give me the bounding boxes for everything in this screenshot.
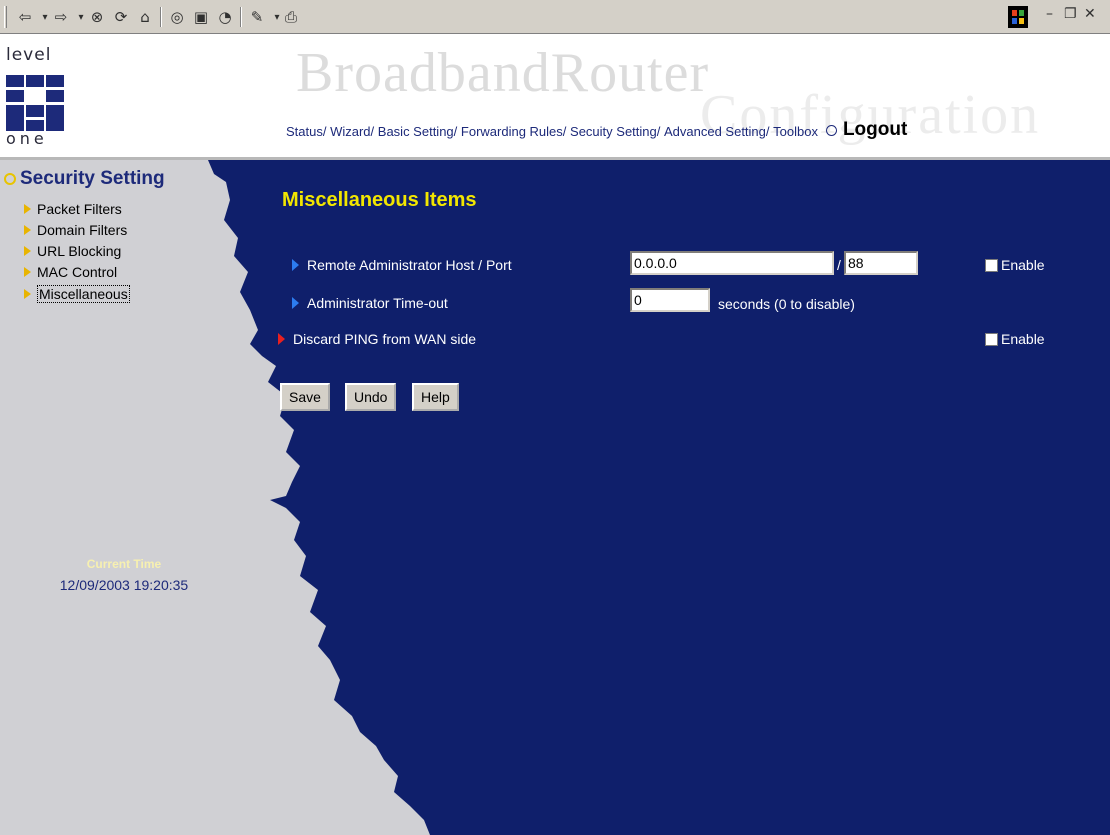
favorites-icon[interactable]: ▣	[192, 6, 210, 28]
timeout-input[interactable]	[630, 288, 710, 312]
section-heading: Security Setting	[4, 168, 165, 190]
logout-label: Logout	[842, 119, 908, 140]
top-navigation: Status/ Wizard/ Basic Setting/ Forwardin…	[286, 119, 907, 141]
logo-mark-icon	[6, 75, 64, 131]
brand-title: BroadbandRouter	[296, 42, 710, 104]
logo-bottom-text: one	[6, 129, 48, 148]
page-header: level one Configuration BroadbandRouter …	[0, 35, 1110, 157]
sidebar-item-url-blocking[interactable]: URL Blocking	[24, 243, 121, 259]
nav-basic-setting[interactable]: Basic Setting/	[378, 124, 458, 139]
row-marker-icon	[292, 259, 299, 271]
sidebar-item-mac-control[interactable]: MAC Control	[24, 264, 117, 280]
restore-icon[interactable]: ❐	[1064, 6, 1077, 22]
page-title: Miscellaneous Items	[282, 189, 477, 211]
nav-security-setting[interactable]: Secuity Setting/	[570, 124, 660, 139]
current-time-value: 12/09/2003 19:20:35	[59, 577, 189, 593]
timeout-suffix: seconds (0 to disable)	[718, 296, 855, 312]
sidebar-item-label: MAC Control	[37, 264, 118, 280]
refresh-icon[interactable]: ⟳	[112, 6, 130, 28]
nav-forwarding-rules[interactable]: Forwarding Rules/	[461, 124, 567, 139]
section-heading-label: Security Setting	[20, 168, 165, 189]
discard-ping-row-label: Discard PING from WAN side	[278, 331, 476, 347]
print-icon[interactable]: ⎙	[282, 6, 300, 28]
discard-ping-label: Discard PING from WAN side	[293, 331, 477, 347]
sidebar: Security Setting Packet Filters Domain F…	[0, 160, 240, 835]
sidebar-item-domain-filters[interactable]: Domain Filters	[24, 222, 127, 238]
nav-advanced-setting[interactable]: Advanced Setting/	[664, 124, 770, 139]
triangle-bullet-icon	[24, 267, 31, 277]
logout-link[interactable]: Logout	[825, 119, 908, 141]
row-marker-icon	[278, 333, 285, 345]
triangle-bullet-icon	[24, 225, 31, 235]
logo-top-text: level	[6, 45, 52, 65]
toolbar-grip	[4, 6, 7, 28]
remote-admin-row-label: Remote Administrator Host / Port	[292, 257, 512, 273]
triangle-bullet-icon	[24, 204, 31, 214]
checkbox-label: Enable	[1001, 331, 1045, 347]
remote-host-input[interactable]	[630, 251, 834, 275]
sidebar-item-label: Domain Filters	[37, 222, 128, 238]
checkbox-box[interactable]	[985, 258, 998, 272]
nav-toolbox[interactable]: Toolbox	[773, 124, 818, 139]
timeout-label: Administrator Time-out	[307, 295, 448, 311]
forward-icon[interactable]: ⇨	[52, 6, 70, 28]
sidebar-item-label: Packet Filters	[37, 201, 122, 217]
stop-icon[interactable]: ⊗	[88, 6, 106, 28]
logout-bullet-icon	[825, 124, 837, 136]
save-button[interactable]: Save	[280, 383, 330, 411]
current-time-label: Current Time	[86, 557, 162, 571]
history-icon[interactable]: ◔	[216, 6, 234, 28]
browser-toolbar: ⇦ ▾ ⇨ ▾ ⊗ ⟳ ⌂ ◎ ▣ ◔ ✎ ▾ ⎙ – ❐ ✕	[0, 0, 1110, 34]
help-button[interactable]: Help	[412, 383, 459, 411]
minimize-icon[interactable]: –	[1046, 6, 1053, 22]
section-bullet-icon	[4, 173, 16, 185]
nav-wizard[interactable]: Wizard/	[330, 124, 374, 139]
windows-logo-icon	[1008, 6, 1028, 28]
brand-logo: level one	[6, 45, 66, 149]
toolbar-separator	[240, 7, 242, 27]
timeout-row-label: Administrator Time-out	[292, 295, 448, 311]
checkbox-label: Enable	[1001, 257, 1045, 273]
edit-icon[interactable]: ✎	[248, 6, 266, 28]
row-marker-icon	[292, 297, 299, 309]
sidebar-item-label: Miscellaneous	[37, 285, 130, 303]
triangle-bullet-icon	[24, 289, 31, 299]
close-icon[interactable]: ✕	[1084, 6, 1096, 22]
toolbar-separator	[160, 7, 162, 27]
undo-button[interactable]: Undo	[345, 383, 397, 411]
host-port-separator: /	[837, 257, 841, 273]
remote-admin-label: Remote Administrator Host / Port	[307, 257, 512, 273]
search-icon[interactable]: ◎	[168, 6, 186, 28]
sidebar-item-label: URL Blocking	[37, 243, 122, 259]
remote-port-input[interactable]	[844, 251, 918, 275]
triangle-bullet-icon	[24, 246, 31, 256]
discard-ping-enable-checkbox[interactable]: Enable	[985, 331, 1045, 347]
nav-status[interactable]: Status/	[286, 124, 326, 139]
remote-admin-enable-checkbox[interactable]: Enable	[985, 257, 1045, 273]
content-area: Security Setting Packet Filters Domain F…	[0, 160, 1110, 835]
back-icon[interactable]: ⇦	[16, 6, 34, 28]
sidebar-item-packet-filters[interactable]: Packet Filters	[24, 201, 122, 217]
home-icon[interactable]: ⌂	[136, 6, 154, 28]
checkbox-box[interactable]	[985, 332, 998, 346]
sidebar-item-miscellaneous[interactable]: Miscellaneous	[24, 285, 130, 303]
